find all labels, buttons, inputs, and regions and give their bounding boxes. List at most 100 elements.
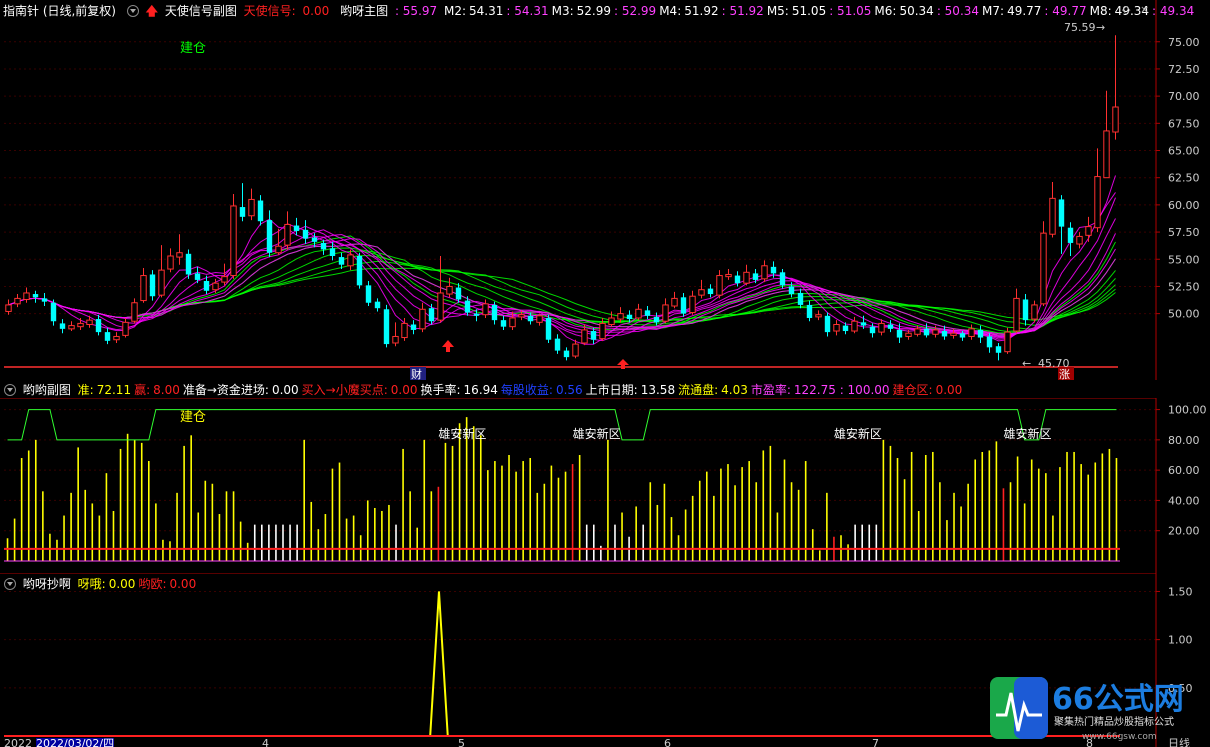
candle-body-down [896,329,903,338]
candle-body-up [581,329,588,344]
candle-body-down [959,333,966,338]
sub-chart[interactable]: 20.00 40.00 60.00 80.00 100.00 建仓 雄安新区 雄安新区 雄安… [0,398,1210,573]
candle-body-up [1013,297,1020,332]
candle-body-up [716,275,723,296]
candle-body-up [815,314,822,318]
candle-body-up [68,325,75,330]
candle-body-up [671,297,678,307]
candle-body-down [149,274,156,297]
candle-body-up [1076,235,1083,245]
region-label: 雄安新区 [573,426,621,441]
sub-item-value: 0.00 [271,383,299,397]
candle-body-down [500,320,507,327]
sub-item-label: 上市日期: [585,383,638,397]
candle-body-up [167,255,174,270]
candle-body-down [455,287,462,300]
date-tick: 5 [458,738,465,747]
candle-body-down [383,309,390,345]
candle-body-up [617,313,624,320]
candle-body-up [140,275,147,302]
candle-body-down [860,322,867,326]
high-price-label: 75.59 [1064,21,1096,34]
candle-body-down [644,310,651,316]
candle-body-down [50,302,57,322]
price-tick-label: 72.50 [1168,63,1200,76]
candle-body-up [662,304,669,322]
candle-body-down [554,338,561,351]
candle-body-down [1022,299,1029,321]
candle-body-down [473,313,480,316]
candle-body-up [851,320,858,332]
candle-body-down [563,350,570,358]
candle-body-up [932,329,939,335]
candle-body-down [428,308,435,322]
candle-body-down [257,200,264,222]
candle-body-down [320,242,327,250]
brand-slogan: 聚集热门精品炒股指标公式 [1054,715,1174,728]
candle-body-down [806,304,813,318]
candle-body-up [221,276,228,283]
candle-body-down [707,288,714,295]
candle-body-down [59,323,66,329]
candle-body-up [689,295,696,314]
candle-body-up [14,297,21,305]
candle-body-down [779,272,786,286]
candle-body-down [842,325,849,332]
candle-body-up [572,343,579,357]
candle-body-up [1103,130,1110,179]
candle-body-up [230,205,237,277]
signal-tick-label: 1.00 [1168,634,1193,647]
candle-body-down [680,297,687,314]
candle-body-up [392,335,399,344]
date-cursor[interactable]: 2022/03/02/四 [36,738,115,747]
candle-body-down [374,301,381,309]
sub-item-label: 流通盘: [678,383,719,397]
jiancang-label: 建仓 [180,41,206,56]
low-arrow: ← [1022,357,1031,370]
candle-body-up [1094,176,1101,229]
region-label: 雄安新区 [1003,426,1051,441]
sub-item-label: 每股收益: [500,383,553,397]
sub-item-label: 建仓区: [892,383,933,397]
candle-body-down [788,286,795,295]
candle-body-up [536,315,543,323]
candle-body-down [356,255,363,286]
candle-body-down [734,275,741,284]
candle-body-down [293,225,300,231]
candle-body-up [833,324,840,332]
candle-body-up [698,289,705,296]
candle-body-up [968,328,975,337]
candle-body-down [590,331,597,340]
buy-arrow-icon [442,340,454,352]
candle-body-up [878,322,885,333]
region-label: 雄安新区 [438,426,486,441]
sub-item-value: 8.00 [153,383,180,397]
candle-body-up [176,252,183,258]
candle-body-down [923,328,930,336]
candle-body-up [1049,197,1056,235]
candle-body-down [464,300,471,313]
main-chart[interactable]: 建仓 50.00 52.50 55.00 57.50 60.00 62.50 65.00 67… [0,0,1210,380]
candle-body-up [86,319,93,325]
sub-chart-name[interactable]: 哟哟副图 [23,383,71,397]
candle-body-up [131,302,138,322]
price-tick-label: 70.00 [1168,90,1200,103]
sub-item-value: 72.11 [96,383,132,397]
candle-body-up [5,304,12,312]
percent-tick-label: 40.00 [1168,494,1200,507]
candle-body-up [347,254,354,267]
sub-item-label: 买入→小魔买点: [301,383,388,397]
sub-item-value: 16.94 [463,383,498,397]
candle-body-down [104,332,111,341]
date-tick: 4 [262,738,269,747]
candle-body-up [419,308,426,330]
candle-body-down [491,304,498,321]
candle-body-up [1031,304,1038,320]
percent-tick-label: 20.00 [1168,525,1200,538]
sub-items: 准: 72.11 赢: 8.00 准备→资金进场: 0.00 买入→小魔买点: 0.00 换手率… [78,383,966,397]
candle-body-up [914,328,921,335]
price-tick-label: 57.50 [1168,226,1200,239]
sub-item-label: 准: [77,383,94,397]
sub-menu-icon[interactable] [4,383,16,396]
candle-body-down [527,315,534,322]
